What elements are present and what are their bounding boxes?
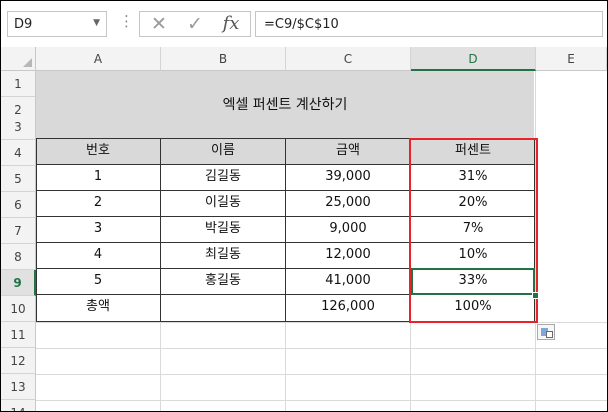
row-header-3[interactable]: 3 bbox=[1, 114, 36, 140]
fill-handle[interactable] bbox=[532, 292, 539, 299]
gridline bbox=[36, 348, 607, 349]
gridline bbox=[36, 374, 607, 375]
table-cell[interactable]: 이길동 bbox=[161, 190, 285, 216]
table-cell[interactable]: 김길동 bbox=[161, 164, 285, 190]
row-header-5[interactable]: 5 bbox=[1, 166, 36, 192]
column-header-e[interactable]: E bbox=[536, 47, 607, 71]
row-header-11[interactable]: 11 bbox=[1, 322, 36, 348]
header-cell-amount[interactable]: 금액 bbox=[286, 138, 410, 164]
table-cell[interactable]: 25,000 bbox=[286, 190, 410, 216]
formula-text: =C9/$C$10 bbox=[264, 17, 339, 32]
excel-window: D9 ▼ ⋮ ✕ ✓ fx =C9/$C$10 A B C D E 1 2 3 … bbox=[0, 0, 608, 412]
select-all-corner[interactable] bbox=[1, 47, 36, 71]
row-header-9[interactable]: 9 bbox=[1, 270, 36, 296]
header-cell-number[interactable]: 번호 bbox=[36, 138, 160, 164]
drag-handle-icon[interactable]: ⋮ bbox=[119, 12, 134, 30]
gridline bbox=[36, 400, 607, 401]
row-header-4[interactable]: 4 bbox=[1, 140, 36, 166]
table-cell[interactable]: 박길동 bbox=[161, 216, 285, 242]
table-cell[interactable]: 3 bbox=[36, 216, 160, 242]
paste-icon-part bbox=[546, 331, 553, 338]
column-header-d[interactable]: D bbox=[411, 47, 536, 71]
table-cell[interactable]: 12,000 bbox=[286, 242, 410, 268]
total-amount-cell[interactable]: 126,000 bbox=[286, 294, 410, 320]
table-cell[interactable]: 4 bbox=[36, 242, 160, 268]
cell-grid[interactable]: 엑셀 퍼센트 계산하기 번호 이름 금액 퍼센트 1 김길동 39,000 31… bbox=[36, 71, 607, 411]
select-all-icon bbox=[23, 58, 32, 67]
paste-options-icon[interactable] bbox=[537, 324, 555, 340]
column-header-a[interactable]: A bbox=[36, 47, 161, 71]
column-header-b[interactable]: B bbox=[161, 47, 286, 71]
total-empty-cell[interactable] bbox=[161, 294, 285, 320]
sheet-title: 엑셀 퍼센트 계산하기 bbox=[222, 97, 348, 113]
total-label-cell[interactable]: 총액 bbox=[36, 294, 160, 320]
row-header-10[interactable]: 10 bbox=[1, 296, 36, 322]
formula-bar-area: D9 ▼ ⋮ ✕ ✓ fx =C9/$C$10 bbox=[1, 1, 607, 45]
row-header-12[interactable]: 12 bbox=[1, 348, 36, 374]
percent-column-highlight bbox=[409, 138, 538, 323]
table-cell[interactable]: 41,000 bbox=[286, 268, 410, 294]
table-cell[interactable]: 최길동 bbox=[161, 242, 285, 268]
row-header-1[interactable]: 1 bbox=[1, 71, 36, 97]
name-box[interactable]: D9 ▼ bbox=[7, 11, 107, 37]
formula-input[interactable]: =C9/$C$10 bbox=[255, 11, 603, 37]
fx-icon[interactable]: fx bbox=[216, 12, 246, 36]
active-cell-selection[interactable] bbox=[411, 268, 535, 295]
column-header-c[interactable]: C bbox=[286, 47, 411, 71]
row-header-6[interactable]: 6 bbox=[1, 192, 36, 218]
row-header-14[interactable]: 14 bbox=[1, 400, 36, 411]
table-cell[interactable]: 39,000 bbox=[286, 164, 410, 190]
row-header-13[interactable]: 13 bbox=[1, 374, 36, 400]
row-header-8[interactable]: 8 bbox=[1, 244, 36, 270]
header-cell-name[interactable]: 이름 bbox=[161, 138, 285, 164]
table-cell[interactable]: 9,000 bbox=[286, 216, 410, 242]
chevron-down-icon[interactable]: ▼ bbox=[93, 18, 100, 28]
formula-buttons: ✕ ✓ fx bbox=[139, 11, 251, 37]
check-icon[interactable]: ✓ bbox=[180, 12, 210, 36]
row-header-7[interactable]: 7 bbox=[1, 218, 36, 244]
table-cell[interactable]: 홍길동 bbox=[161, 268, 285, 294]
table-cell[interactable]: 2 bbox=[36, 190, 160, 216]
name-box-value: D9 bbox=[14, 17, 33, 32]
table-cell[interactable]: 1 bbox=[36, 164, 160, 190]
table-cell[interactable]: 5 bbox=[36, 268, 160, 294]
x-icon[interactable]: ✕ bbox=[144, 12, 174, 36]
